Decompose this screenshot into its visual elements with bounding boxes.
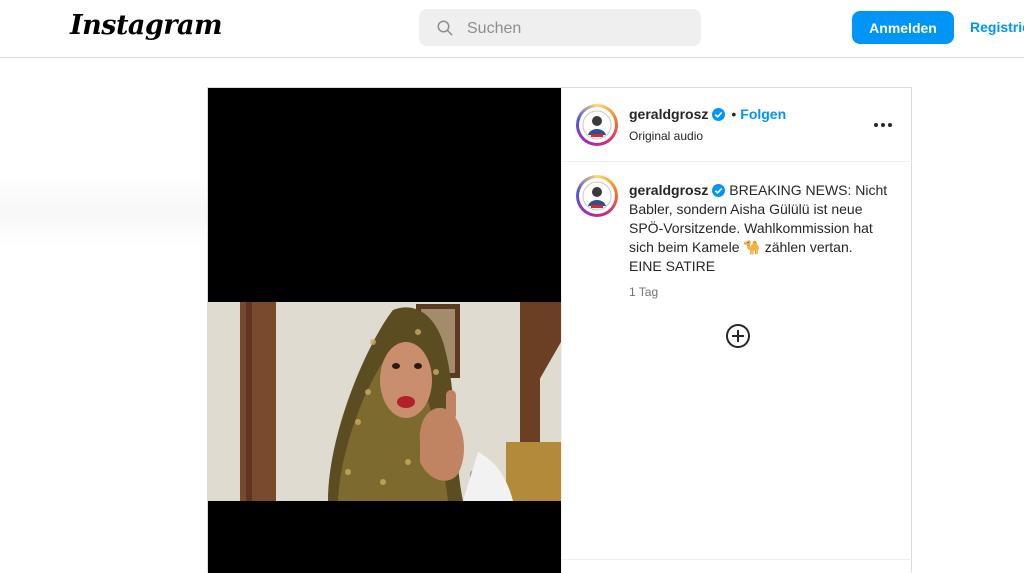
login-button[interactable]: Anmelden xyxy=(852,11,954,44)
verified-badge-icon xyxy=(712,108,726,121)
top-bar: Instagram Anmelden Registrieren xyxy=(0,0,1024,58)
background-band xyxy=(0,177,207,247)
audio-label[interactable]: Original audio xyxy=(629,129,703,143)
post-time[interactable]: 1 Tag xyxy=(629,285,889,299)
divider xyxy=(562,559,912,560)
search-icon xyxy=(437,20,453,36)
post-card: geraldgrosz•Folgen Original audio gera xyxy=(207,87,912,573)
video-frame xyxy=(208,302,561,501)
post-header: geraldgrosz • Folgen Original audio xyxy=(562,88,912,162)
add-icon[interactable] xyxy=(725,323,751,349)
register-link[interactable]: Registrieren xyxy=(970,19,1024,35)
caption-block: geraldgrosz BREAKING NEWS: Nicht Babler,… xyxy=(629,181,889,299)
post-side-panel: geraldgrosz•Folgen Original audio gera xyxy=(561,88,912,573)
caption-avatar[interactable] xyxy=(576,175,618,217)
avatar-image xyxy=(582,181,612,211)
instagram-logo[interactable]: Instagram xyxy=(70,10,223,41)
separator-dot: • xyxy=(731,106,737,122)
search-input[interactable] xyxy=(465,9,689,48)
avatar[interactable] xyxy=(576,104,618,146)
caption: geraldgrosz BREAKING NEWS: Nicht Babler,… xyxy=(629,181,889,276)
follow-button[interactable]: Folgen xyxy=(740,106,786,122)
post-username[interactable]: geraldgrosz xyxy=(629,106,708,122)
verified-badge-icon xyxy=(712,184,726,197)
post-video[interactable] xyxy=(208,88,561,573)
caption-username[interactable]: geraldgrosz xyxy=(629,182,708,198)
search-box[interactable] xyxy=(419,9,701,48)
more-icon[interactable] xyxy=(873,122,893,128)
avatar-image xyxy=(582,110,612,140)
